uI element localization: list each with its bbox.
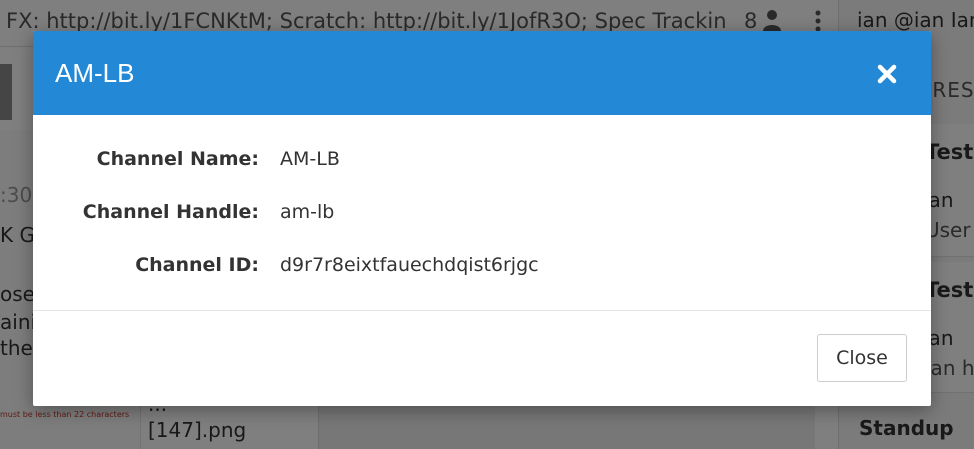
channel-info-modal: AM-LB Channel Name: AM-LB Channel Handle… <box>33 31 931 406</box>
channel-id-row: Channel ID: d9r7r8eixtfauechdqist6rjgc <box>33 254 931 284</box>
channel-name-row: Channel Name: AM-LB <box>33 148 931 178</box>
channel-id-label: Channel ID: <box>135 254 259 276</box>
close-button[interactable]: Close <box>817 334 907 382</box>
modal-body: Channel Name: AM-LB Channel Handle: am-l… <box>33 115 931 310</box>
channel-name-value: AM-LB <box>280 148 340 170</box>
channel-id-value: d9r7r8eixtfauechdqist6rjgc <box>280 254 539 276</box>
channel-name-label: Channel Name: <box>96 148 259 170</box>
channel-handle-row: Channel Handle: am-lb <box>33 201 931 231</box>
channel-handle-label: Channel Handle: <box>82 201 259 223</box>
channel-handle-value: am-lb <box>280 201 335 223</box>
app-window: FX: http://bit.ly/1FCNKtM; Scratch: http… <box>0 0 974 449</box>
modal-footer: Close <box>33 310 931 406</box>
modal-title: AM-LB <box>55 58 135 88</box>
modal-header: AM-LB <box>33 31 931 115</box>
close-icon[interactable] <box>875 62 899 86</box>
